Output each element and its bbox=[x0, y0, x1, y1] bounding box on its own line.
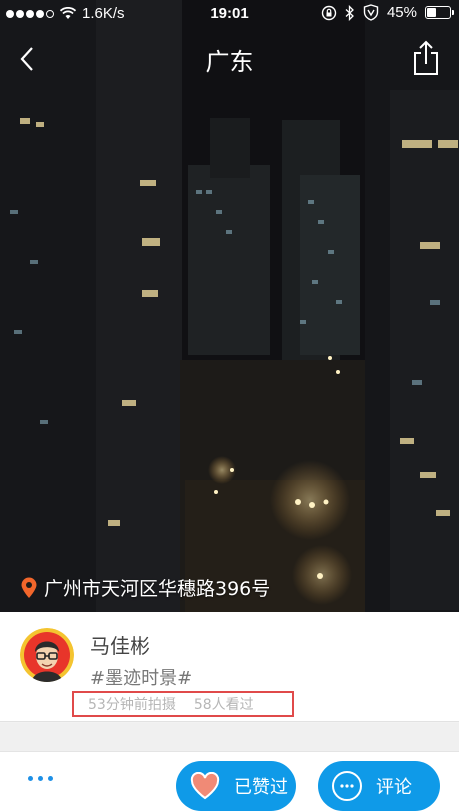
share-icon bbox=[414, 40, 438, 75]
user-name[interactable]: 马佳彬 bbox=[90, 630, 150, 659]
heart-icon bbox=[190, 772, 220, 800]
post-meta: 53分钟前拍摄 58人看过 bbox=[72, 691, 294, 717]
vpn-shield-icon bbox=[363, 4, 379, 21]
user-avatar-icon bbox=[20, 628, 74, 682]
bluetooth-icon bbox=[345, 4, 354, 21]
rotation-lock-icon bbox=[321, 5, 337, 20]
like-button[interactable]: 已赞过 bbox=[176, 761, 296, 811]
comment-button[interactable]: 评论 bbox=[318, 761, 440, 811]
location-label[interactable]: 广州市天河区华穗路396号 bbox=[20, 574, 270, 601]
comment-label: 评论 bbox=[376, 777, 412, 798]
section-divider bbox=[0, 723, 459, 751]
like-label: 已赞过 bbox=[234, 777, 288, 798]
post-photo[interactable]: 1.6K/s 19:01 45% 广东 广州市天河区华穗路396号 bbox=[0, 0, 459, 612]
page-title: 广东 bbox=[205, 48, 254, 76]
more-dots-icon bbox=[28, 776, 53, 781]
location-text: 广州市天河区华穗路396号 bbox=[44, 578, 271, 600]
topic-tag[interactable]: #墨迹时景# bbox=[90, 664, 192, 690]
status-bar: 1.6K/s 19:01 45% bbox=[0, 0, 459, 28]
battery-percent: 45% bbox=[386, 4, 417, 21]
comment-bubble-icon bbox=[332, 771, 362, 801]
share-button[interactable] bbox=[411, 40, 441, 76]
view-count: 58人看过 bbox=[193, 697, 254, 713]
bottom-action-bar: 已赞过 评论 bbox=[0, 751, 459, 812]
more-button[interactable] bbox=[28, 776, 53, 781]
status-right: 45% bbox=[321, 4, 454, 21]
taken-time: 53分钟前拍摄 bbox=[88, 697, 176, 713]
post-info: 马佳彬 #墨迹时景# 53分钟前拍摄 58人看过 bbox=[0, 612, 459, 722]
map-pin-icon bbox=[21, 577, 37, 598]
battery-icon bbox=[425, 6, 454, 19]
avatar[interactable] bbox=[20, 628, 74, 682]
night-city-photo bbox=[0, 0, 459, 612]
